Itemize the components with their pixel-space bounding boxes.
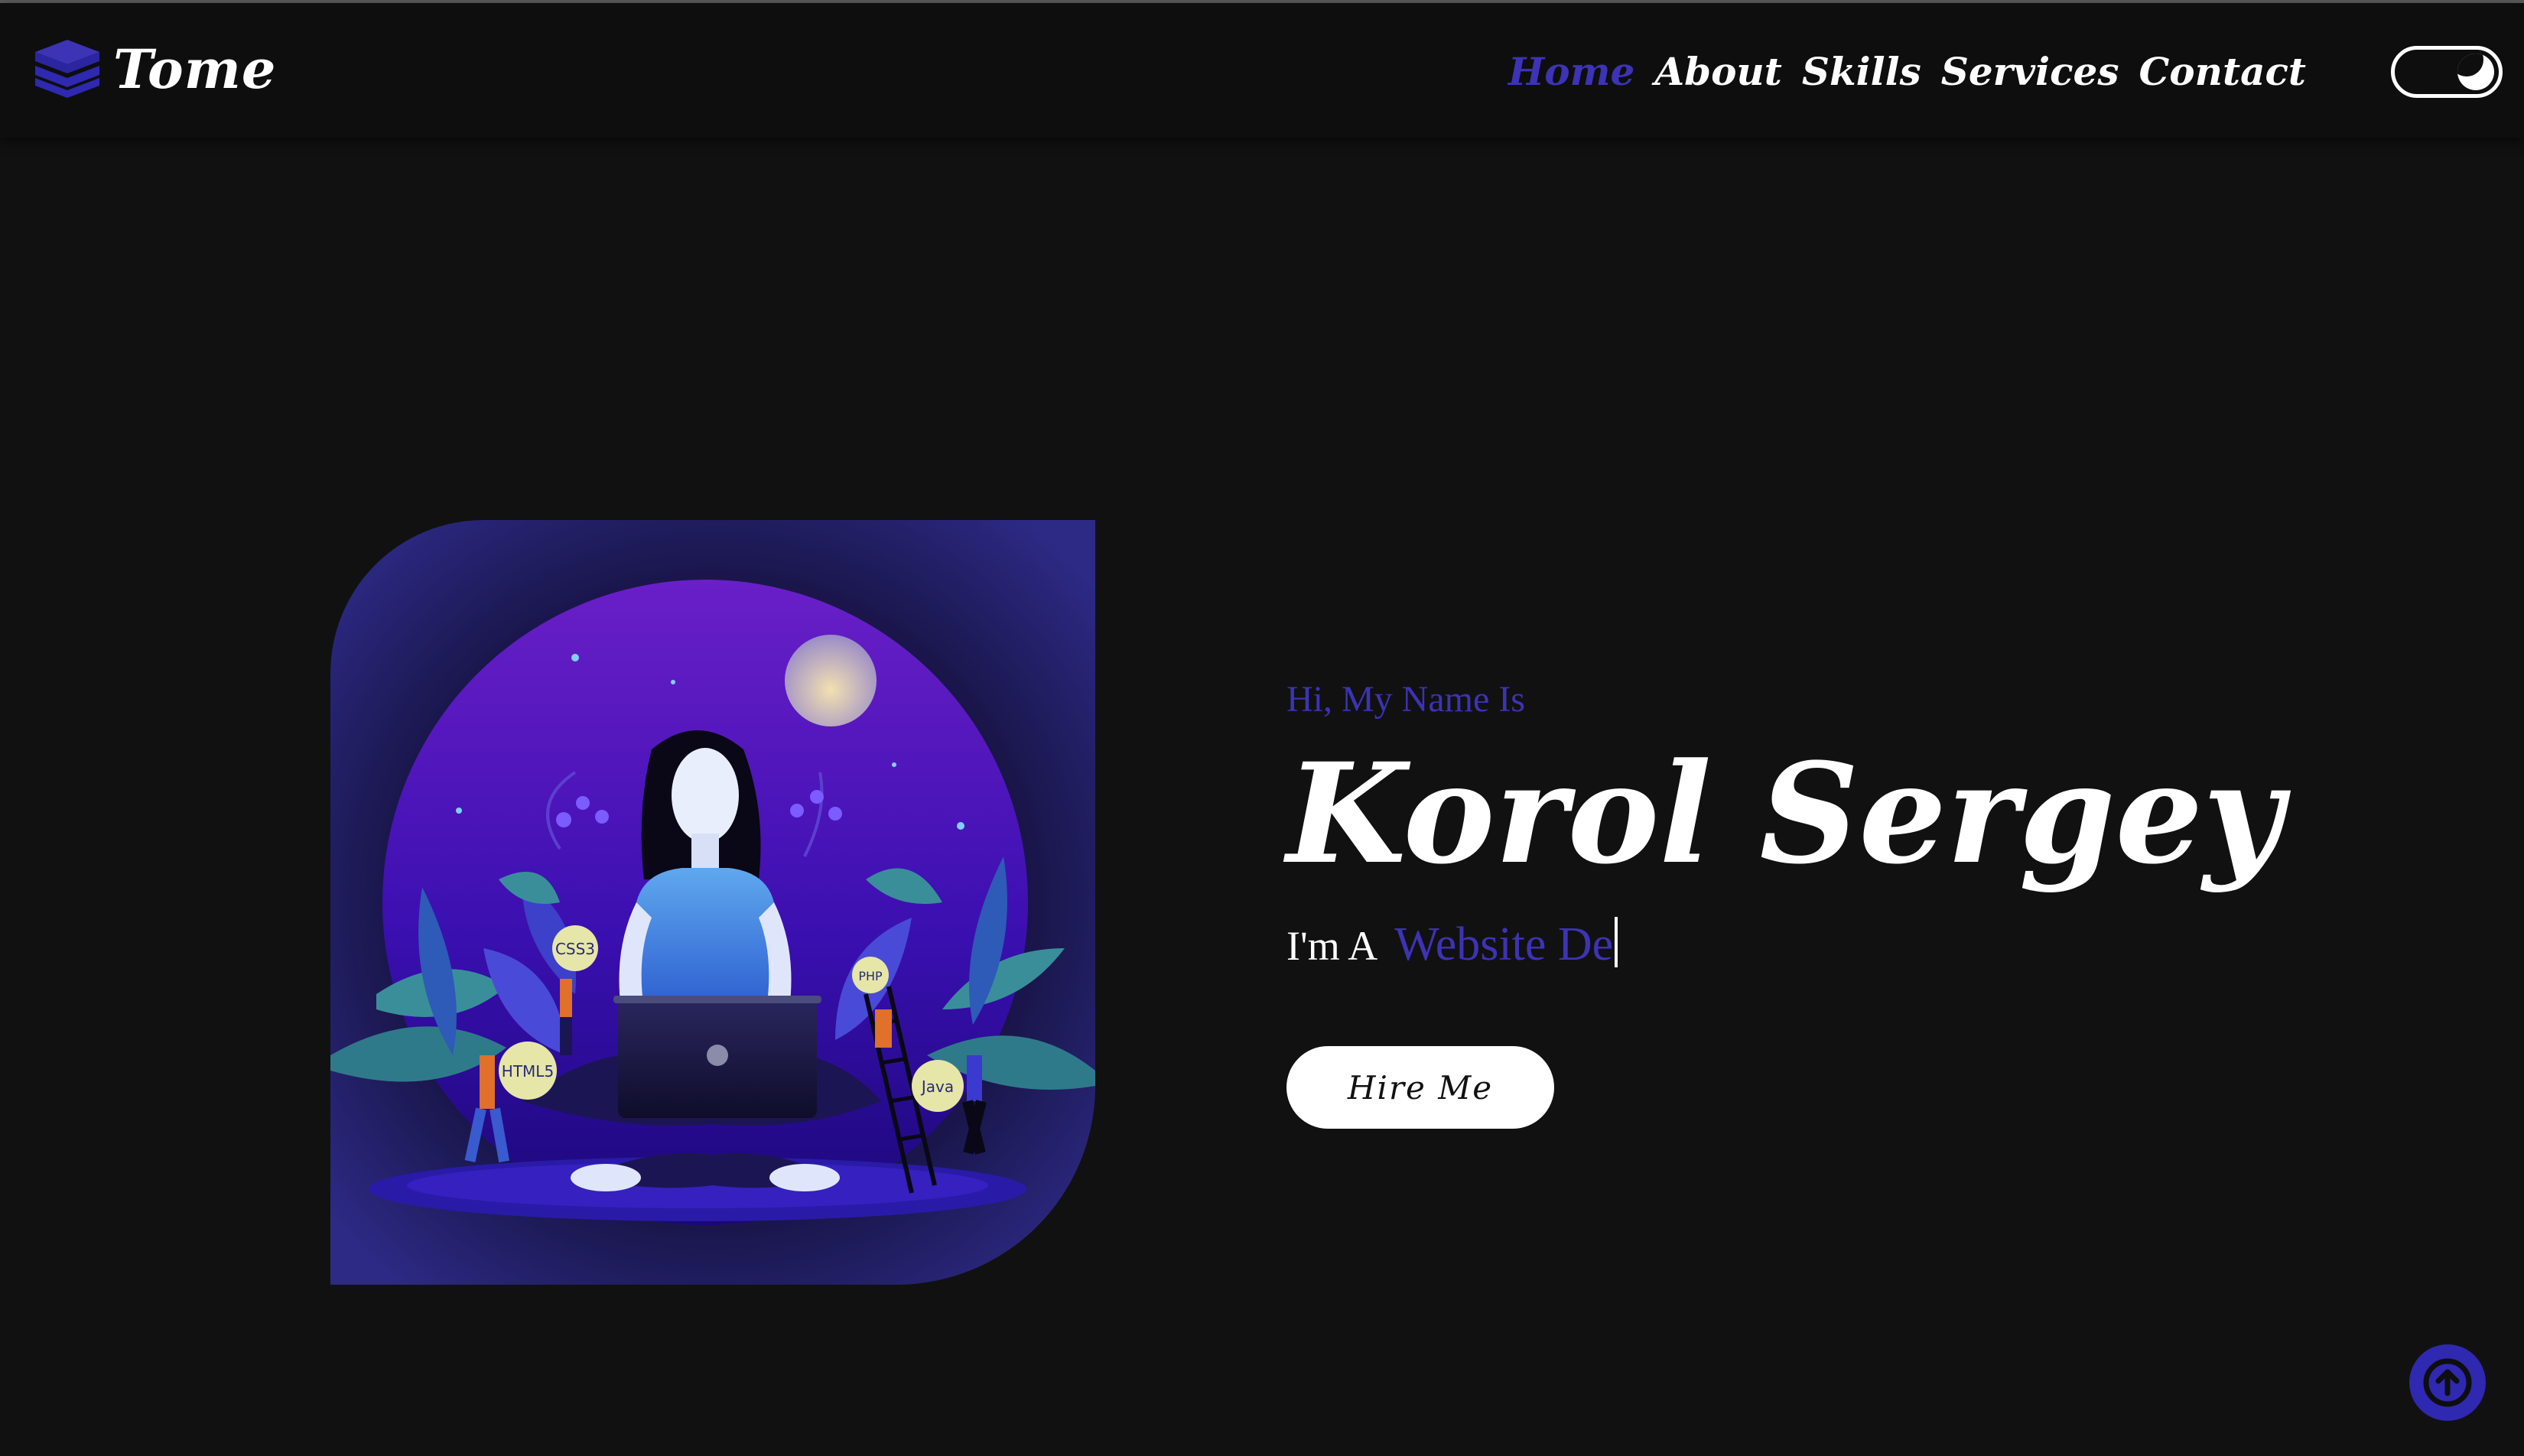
stacked-layers-icon: [35, 40, 99, 98]
nav-link-home[interactable]: Home: [1508, 43, 1634, 101]
hero-greeting: Hi, My Name Is: [1286, 679, 1525, 720]
nav-link-contact[interactable]: Contact: [2139, 43, 2306, 101]
html5-badge: HTML5: [502, 1062, 554, 1081]
hero-name: Korol Sergey: [1286, 733, 2283, 895]
hero-intro: Hi, My Name Is Korol Sergey I'm A Website…: [1286, 673, 2396, 988]
arrow-up-icon: [2423, 1358, 2472, 1407]
navbar: Tome Home About Skills Services Contact: [0, 3, 2524, 138]
typing-caret: [1615, 917, 1618, 967]
nav-link-services[interactable]: Services: [1941, 43, 2119, 101]
hero-role-line: I'm A Website De: [1286, 902, 2396, 988]
scroll-to-top-button[interactable]: [2409, 1344, 2486, 1421]
typed-role: Website De: [1394, 918, 1614, 970]
nav-menu: Home About Skills Services Contact: [1508, 43, 2306, 101]
css3-badge: CSS3: [555, 940, 595, 958]
java-badge: Java: [920, 1077, 954, 1096]
theme-toggle[interactable]: [2391, 46, 2503, 98]
php-badge: PHP: [858, 969, 883, 983]
hire-me-button[interactable]: Hire Me: [1286, 1046, 1554, 1129]
brand-name: Tome: [113, 37, 277, 101]
developer-illustration: CSS3 HTML5 PHP Java: [330, 520, 1095, 1285]
moon-icon: [2457, 54, 2494, 90]
brand-logo[interactable]: Tome: [29, 29, 276, 109]
hero-illustration: CSS3 HTML5 PHP Java: [330, 520, 1095, 1285]
nav-link-skills[interactable]: Skills: [1802, 43, 1921, 101]
role-prefix: I'm A: [1286, 923, 1378, 969]
nav-link-about[interactable]: About: [1654, 43, 1782, 101]
